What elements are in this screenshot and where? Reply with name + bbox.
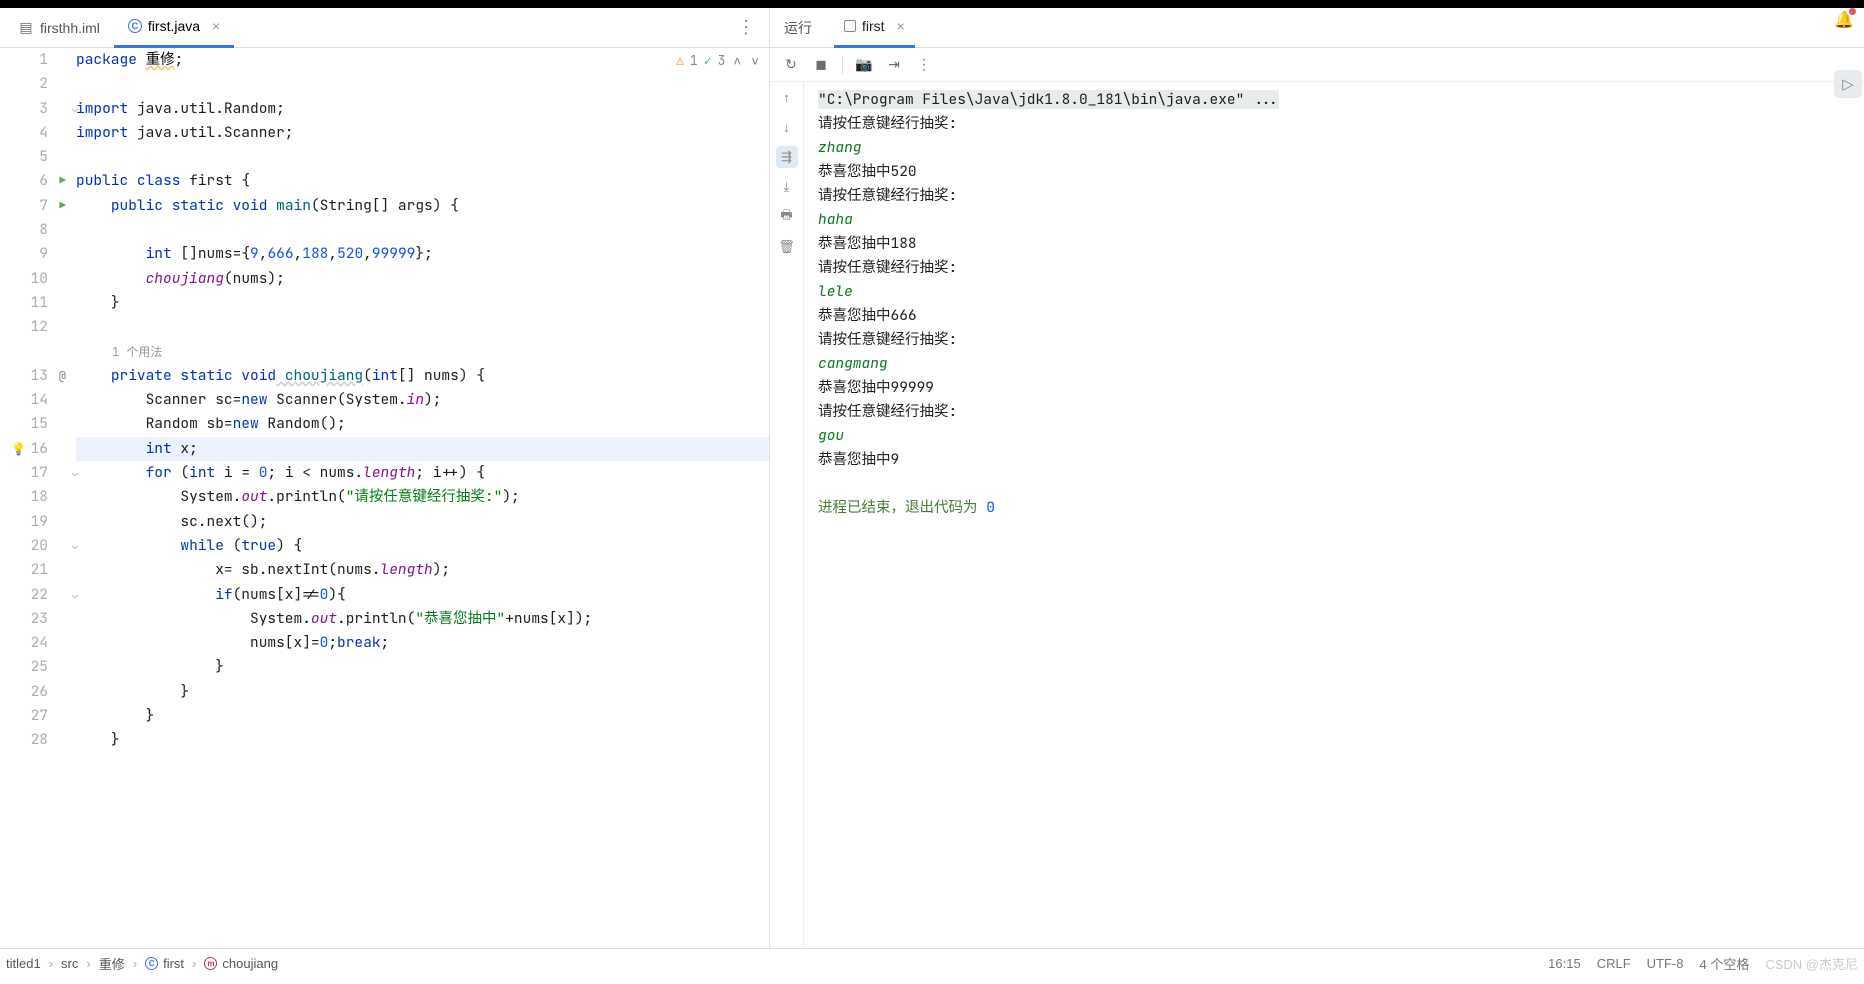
run-tabs-bar: 运行 first × [770, 8, 1864, 48]
console-input-line: haha [818, 208, 1850, 232]
file-icon: ▤ [18, 20, 34, 36]
tab-first-java[interactable]: C first.java × [114, 8, 234, 48]
screenshot-button[interactable]: 📷 [851, 52, 877, 78]
code-content[interactable]: package 重修; import java.util.Random; imp… [70, 48, 769, 948]
console-output-line: 恭喜您抽中188 [818, 232, 1850, 256]
status-bar: titled1› src› 重修› Cfirst› mchoujiang 16:… [0, 948, 1864, 978]
weak-warning-icon: ✓ [704, 52, 712, 69]
console-input-line: cangmang [818, 352, 1850, 376]
run-panel: 🔔 ▷ 运行 first × ↻ ◼ 📷 ⇥ ⋮ ↑ ↓ ⇶ [770, 8, 1864, 948]
cursor-position[interactable]: 16:15 [1548, 956, 1581, 971]
editor-tabs: ▤ firsthh.iml C first.java × ⋮ [0, 8, 769, 48]
scroll-to-end-icon[interactable]: ⤓ [776, 176, 798, 198]
export-button[interactable]: ⇥ [881, 52, 907, 78]
console-output-line: 恭喜您抽中99999 [818, 376, 1850, 400]
console-output-line: 恭喜您抽中520 [818, 160, 1850, 184]
tab-label: firsthh.iml [40, 20, 100, 36]
console-gutter: ↑ ↓ ⇶ ⤓ 🖶 🗑 [770, 82, 804, 948]
console-input-line: zhang [818, 136, 1850, 160]
class-icon: C [145, 957, 158, 970]
console-output-line: 请按任意键经行抽奖: [818, 184, 1850, 208]
run-side-button[interactable]: ▷ [1834, 70, 1862, 98]
prev-highlight[interactable]: ∧ [731, 52, 743, 69]
console-input-line: gou [818, 424, 1850, 448]
code-editor[interactable]: ⚠1 ✓3 ∧ ∨ 1 2 3⌄ 4 5 6 7 8 9 10 11 12 13 [0, 48, 769, 948]
scroll-down-icon[interactable]: ↓ [776, 116, 798, 138]
console: ↑ ↓ ⇶ ⤓ 🖶 🗑 "C:\Program Files\Java\jdk1.… [770, 82, 1864, 948]
command-line: "C:\Program Files\Java\jdk1.8.0_181\bin\… [818, 90, 1279, 109]
run-panel-title: 运行 [784, 18, 812, 38]
breadcrumb[interactable]: titled1› src› 重修› Cfirst› mchoujiang [6, 954, 278, 973]
file-encoding[interactable]: UTF-8 [1647, 956, 1684, 971]
tab-firsthh[interactable]: ▤ firsthh.iml [4, 8, 114, 48]
close-icon[interactable]: × [212, 18, 220, 34]
line-gutter: 1 2 3⌄ 4 5 6 7 8 9 10 11 12 13 14 15 16 … [0, 48, 70, 948]
console-output-line: 请按任意键经行抽奖: [818, 256, 1850, 280]
stop-button[interactable]: ◼ [808, 52, 834, 78]
console-output-line: 请按任意键经行抽奖: [818, 400, 1850, 424]
title-bar [0, 0, 1864, 8]
watermark: CSDN @杰克尼 [1765, 954, 1858, 973]
method-icon: m [204, 957, 217, 970]
editor-pane: ▤ firsthh.iml C first.java × ⋮ ⚠1 ✓3 ∧ ∨… [0, 8, 770, 948]
notification-dot [1849, 8, 1856, 15]
run-tab-first[interactable]: first × [834, 8, 915, 48]
clear-icon[interactable]: 🗑 [776, 236, 798, 258]
indent-setting[interactable]: 4 个空格 [1700, 954, 1750, 973]
close-icon[interactable]: × [897, 18, 905, 34]
line-separator[interactable]: CRLF [1597, 956, 1631, 971]
inspection-bar: ⚠1 ✓3 ∧ ∨ [676, 52, 761, 69]
run-config-icon [844, 20, 856, 32]
console-output-line: 恭喜您抽中666 [818, 304, 1850, 328]
console-output-line: 请按任意键经行抽奖: [818, 328, 1850, 352]
more-button[interactable]: ⋮ [911, 52, 937, 78]
java-class-icon: C [128, 19, 142, 33]
run-toolbar: ↻ ◼ 📷 ⇥ ⋮ [770, 48, 1864, 82]
rerun-button[interactable]: ↻ [778, 52, 804, 78]
console-output-line: 恭喜您抽中9 [818, 448, 1850, 472]
print-icon[interactable]: 🖶 [776, 206, 798, 228]
next-highlight[interactable]: ∨ [749, 52, 761, 69]
warning-icon: ⚠ [676, 52, 684, 69]
console-input-line: lele [818, 280, 1850, 304]
tabs-menu-button[interactable]: ⋮ [727, 17, 765, 38]
scroll-up-icon[interactable]: ↑ [776, 86, 798, 108]
soft-wrap-icon[interactable]: ⇶ [776, 146, 798, 168]
console-output[interactable]: "C:\Program Files\Java\jdk1.8.0_181\bin\… [804, 82, 1864, 948]
console-output-line: 请按任意键经行抽奖: [818, 112, 1850, 136]
usage-hint[interactable]: 1 个用法 [76, 340, 769, 364]
tab-label: first.java [148, 18, 200, 34]
